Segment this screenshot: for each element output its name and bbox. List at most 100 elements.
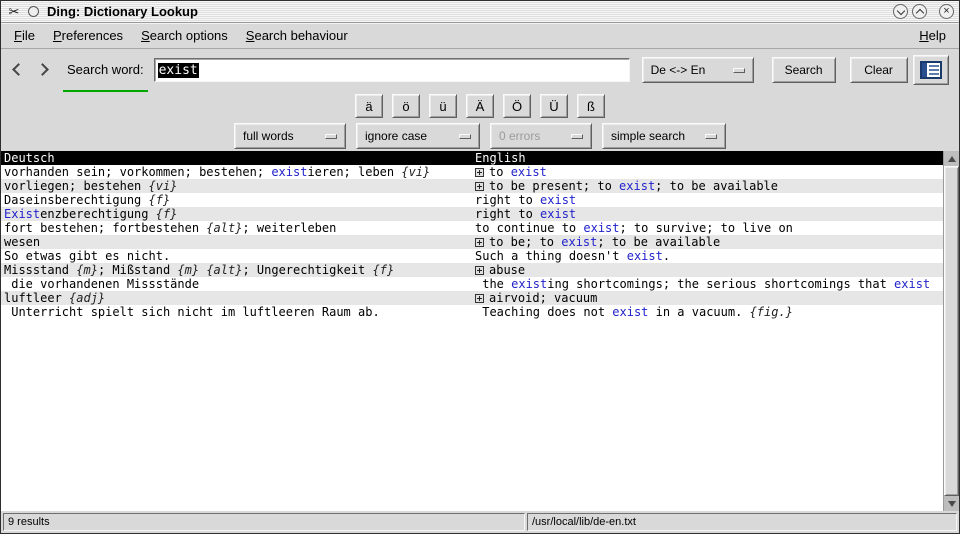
search-word-label: Search word: — [67, 62, 144, 77]
cell-german: wesen — [1, 235, 472, 249]
results-table: Deutsch English vorhanden sein; vorkomme… — [1, 151, 943, 511]
table-row[interactable]: wesento be; to exist; to be available — [1, 235, 943, 249]
text-segment: ieren; leben — [307, 165, 401, 179]
grammar-tag: {fig.} — [750, 305, 793, 319]
search-input[interactable]: exist — [154, 58, 630, 82]
optionmenu-indicator — [571, 134, 583, 139]
menu-search-behaviour[interactable]: Search behaviour — [237, 24, 357, 47]
titlebar[interactable]: ✂ Ding: Dictionary Lookup × — [1, 1, 959, 23]
char-label: Ö — [512, 99, 522, 114]
text-segment: ; to survive; to live on — [620, 221, 793, 235]
forward-icon — [36, 63, 49, 76]
table-row[interactable]: vorhanden sein; vorkommen; bestehen; exi… — [1, 165, 943, 179]
expand-icon[interactable] — [475, 238, 484, 247]
grammar-tag: {alt} — [206, 221, 242, 235]
table-row[interactable]: Unterricht spielt sich nicht im luftleer… — [1, 305, 943, 319]
match-link[interactable]: exist — [583, 221, 619, 235]
match-link[interactable]: exist — [619, 179, 655, 193]
search-label-underline — [63, 90, 148, 92]
close-button[interactable]: × — [939, 4, 954, 19]
match-link[interactable]: exist — [561, 235, 597, 249]
table-row[interactable]: fort bestehen; fortbestehen {alt}; weite… — [1, 221, 943, 235]
char-label: ö — [402, 99, 409, 114]
text-segment: to continue to — [475, 221, 583, 235]
text-segment: ; to be available — [655, 179, 778, 193]
expand-icon[interactable] — [475, 266, 484, 275]
table-row[interactable]: Daseinsberechtigung {f}right to exist — [1, 193, 943, 207]
text-segment: ; to be available — [597, 235, 720, 249]
text-segment: right to — [475, 193, 540, 207]
expand-icon[interactable] — [475, 168, 484, 177]
char-button-eszett[interactable]: ß — [577, 94, 605, 118]
cell-german: Unterricht spielt sich nicht im luftleer… — [1, 305, 472, 319]
grammar-tag: {m} {alt} — [177, 263, 242, 277]
table-row[interactable]: luftleer {adj}airvoid; vacuum — [1, 291, 943, 305]
clear-button[interactable]: Clear — [850, 57, 908, 83]
menu-help[interactable]: Help — [910, 24, 955, 47]
cell-english: the existing shortcomings; the serious s… — [472, 277, 943, 291]
menu-search-options[interactable]: Search options — [132, 24, 237, 47]
back-arrow-button[interactable] — [11, 61, 27, 79]
match-link[interactable]: exist — [271, 165, 307, 179]
full-words-select[interactable]: full words — [234, 123, 346, 149]
text-segment: abuse — [489, 263, 525, 277]
match-link[interactable]: exist — [894, 277, 930, 291]
match-link[interactable]: exist — [511, 277, 547, 291]
match-link[interactable]: exist — [627, 249, 663, 263]
maximize-button[interactable] — [912, 4, 927, 19]
grammar-tag: {f} — [156, 207, 178, 221]
menubar: File Preferences Search options Search b… — [1, 23, 959, 49]
text-segment: airvoid; vacuum — [489, 291, 597, 305]
scrollbar-thumb[interactable] — [944, 166, 959, 496]
text-segment: to — [489, 165, 511, 179]
expand-icon[interactable] — [475, 294, 484, 303]
text-segment: vorhanden sein; vorkommen; bestehen; — [4, 165, 271, 179]
scroll-down-button[interactable] — [944, 496, 959, 511]
match-link[interactable]: Exist — [4, 207, 40, 221]
search-mode-select[interactable]: simple search — [602, 123, 726, 149]
back-icon — [12, 63, 25, 76]
cell-english: Teaching does not exist in a vacuum. {fi… — [472, 305, 943, 319]
char-button-o-uml[interactable]: ö — [392, 94, 420, 118]
header-english: English — [472, 151, 943, 165]
chevron-down-icon — [896, 6, 904, 14]
char-button-A-uml[interactable]: Ä — [466, 94, 494, 118]
scroll-up-button[interactable] — [944, 151, 959, 166]
char-button-u-uml[interactable]: ü — [429, 94, 457, 118]
cell-english: to be; to exist; to be available — [472, 235, 943, 249]
table-row[interactable]: Existenzberechtigung {f}right to exist — [1, 207, 943, 221]
minimize-button[interactable] — [893, 4, 908, 19]
arrow-up-icon — [948, 156, 956, 162]
cell-english: Such a thing doesn't exist. — [472, 249, 943, 263]
language-select[interactable]: De <-> En — [642, 57, 754, 83]
ignore-case-select[interactable]: ignore case — [356, 123, 480, 149]
text-segment: luftleer — [4, 291, 69, 305]
char-label: Ü — [549, 99, 558, 114]
search-button[interactable]: Search — [772, 57, 836, 83]
arrow-down-icon — [948, 501, 956, 507]
table-row[interactable]: Missstand {m}; Mißstand {m} {alt}; Unger… — [1, 263, 943, 277]
errors-value: 0 errors — [499, 129, 540, 143]
char-button-O-uml[interactable]: Ö — [503, 94, 531, 118]
cell-german: vorliegen; bestehen {vi} — [1, 179, 472, 193]
match-link[interactable]: exist — [540, 207, 576, 221]
table-row[interactable]: die vorhandenen Missstände the existing … — [1, 277, 943, 291]
search-button-label: Search — [785, 63, 823, 77]
app-icon[interactable]: ✂ — [6, 4, 22, 20]
char-label: ä — [365, 99, 372, 114]
match-link[interactable]: exist — [540, 193, 576, 207]
menu-preferences[interactable]: Preferences — [44, 24, 132, 47]
forward-arrow-button[interactable] — [35, 61, 51, 79]
expand-icon[interactable] — [475, 182, 484, 191]
sticky-pin-icon[interactable] — [28, 6, 39, 17]
match-link[interactable]: exist — [511, 165, 547, 179]
vertical-scrollbar[interactable] — [943, 151, 959, 511]
table-row[interactable]: So etwas gibt es nicht.Such a thing does… — [1, 249, 943, 263]
menu-file[interactable]: File — [5, 24, 44, 47]
compact-window-toggle-button[interactable] — [913, 55, 949, 85]
match-link[interactable]: exist — [612, 305, 648, 319]
char-button-U-uml[interactable]: Ü — [540, 94, 568, 118]
table-row[interactable]: vorliegen; bestehen {vi}to be present; t… — [1, 179, 943, 193]
char-button-a-uml[interactable]: ä — [355, 94, 383, 118]
text-segment: Daseinsberechtigung — [4, 193, 149, 207]
